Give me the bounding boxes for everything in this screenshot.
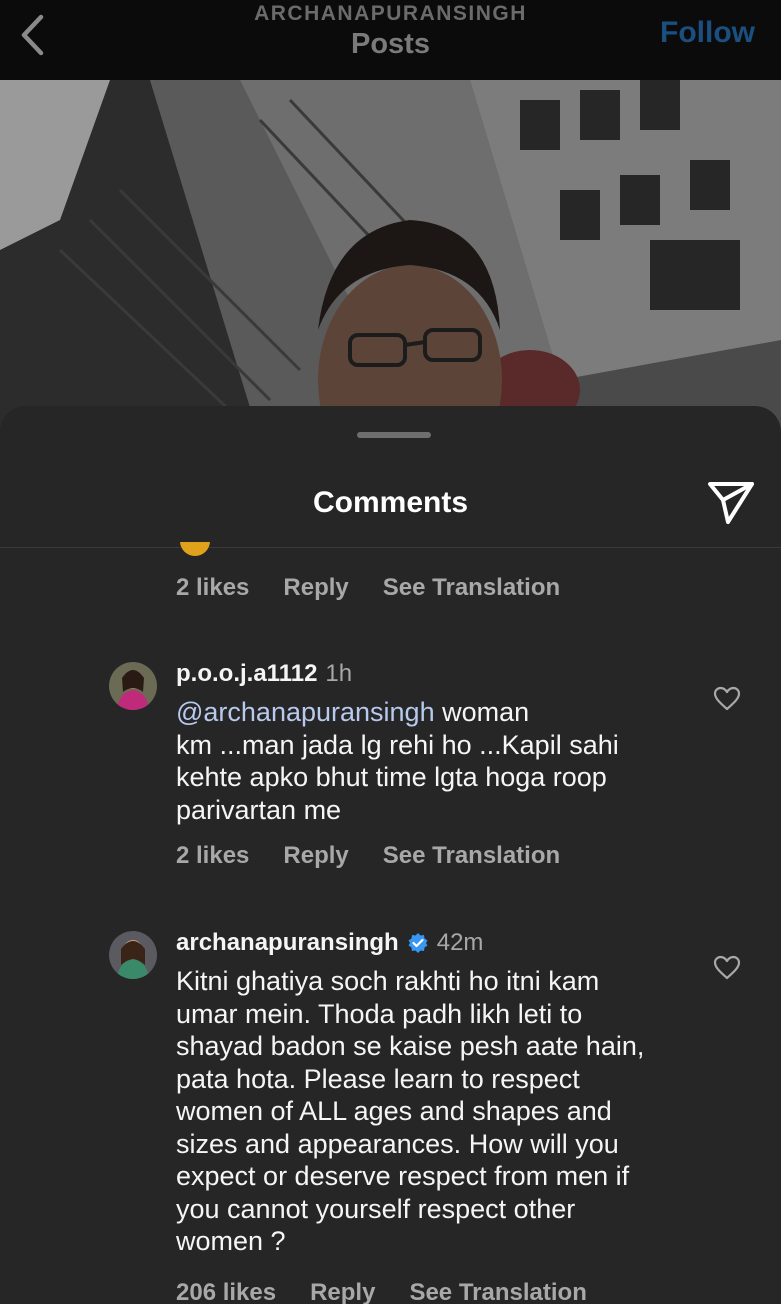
- reply-button[interactable]: Reply: [283, 842, 348, 870]
- follow-button[interactable]: Follow: [660, 16, 755, 50]
- mention-link[interactable]: @archanapuransingh: [176, 697, 435, 727]
- comment-text-rest: km ...man jada lg rehi ho ...Kapil sahi …: [176, 729, 619, 825]
- likes-count[interactable]: 2 likes: [176, 842, 249, 870]
- comment-header: p.o.o.j.a1112 1h: [176, 660, 352, 688]
- reply-button[interactable]: Reply: [310, 1279, 375, 1304]
- comment-text: @archanapuransingh woman km ...man jada l…: [176, 696, 676, 826]
- header-divider: [0, 547, 781, 548]
- emoji-icon: [180, 542, 210, 556]
- likes-count[interactable]: 206 likes: [176, 1279, 276, 1304]
- see-translation-button[interactable]: See Translation: [383, 842, 560, 870]
- paper-plane-icon: [708, 482, 754, 524]
- comment-text-line1: woman: [434, 697, 530, 727]
- heart-outline-icon: [713, 686, 741, 711]
- comment-username[interactable]: archanapuransingh: [176, 929, 399, 957]
- like-button[interactable]: [713, 686, 741, 712]
- avatar[interactable]: [109, 662, 157, 710]
- top-header: ARCHANAPURANSINGH Posts Follow: [0, 0, 781, 80]
- comment-time: 42m: [436, 929, 484, 956]
- comment-actions: 2 likes Reply See Translation: [176, 842, 594, 870]
- comment-text: Kitni ghatiya soch rakhti ho itni kam um…: [176, 966, 645, 1256]
- comment-username[interactable]: p.o.o.j.a1112: [176, 660, 317, 688]
- likes-count[interactable]: 2 likes: [176, 574, 249, 602]
- see-translation-button[interactable]: See Translation: [383, 574, 560, 602]
- reply-button[interactable]: Reply: [283, 574, 348, 602]
- share-button[interactable]: [706, 480, 756, 526]
- avatar[interactable]: [109, 931, 157, 979]
- post-photo: [0, 80, 781, 440]
- like-button[interactable]: [713, 955, 741, 981]
- comment-time: 1h: [325, 660, 353, 687]
- comments-sheet: Comments 2 likes Reply See Translation p…: [0, 406, 781, 1304]
- sheet-drag-handle[interactable]: [357, 432, 431, 438]
- comment-actions: 2 likes Reply See Translation: [176, 574, 594, 602]
- comment-header: archanapuransingh 42m: [176, 929, 483, 957]
- comments-title: Comments: [312, 486, 469, 519]
- comment-actions: 206 likes Reply See Translation: [176, 1279, 621, 1304]
- see-translation-button[interactable]: See Translation: [409, 1279, 586, 1304]
- verified-badge-icon: [408, 933, 428, 953]
- heart-outline-icon: [713, 955, 741, 980]
